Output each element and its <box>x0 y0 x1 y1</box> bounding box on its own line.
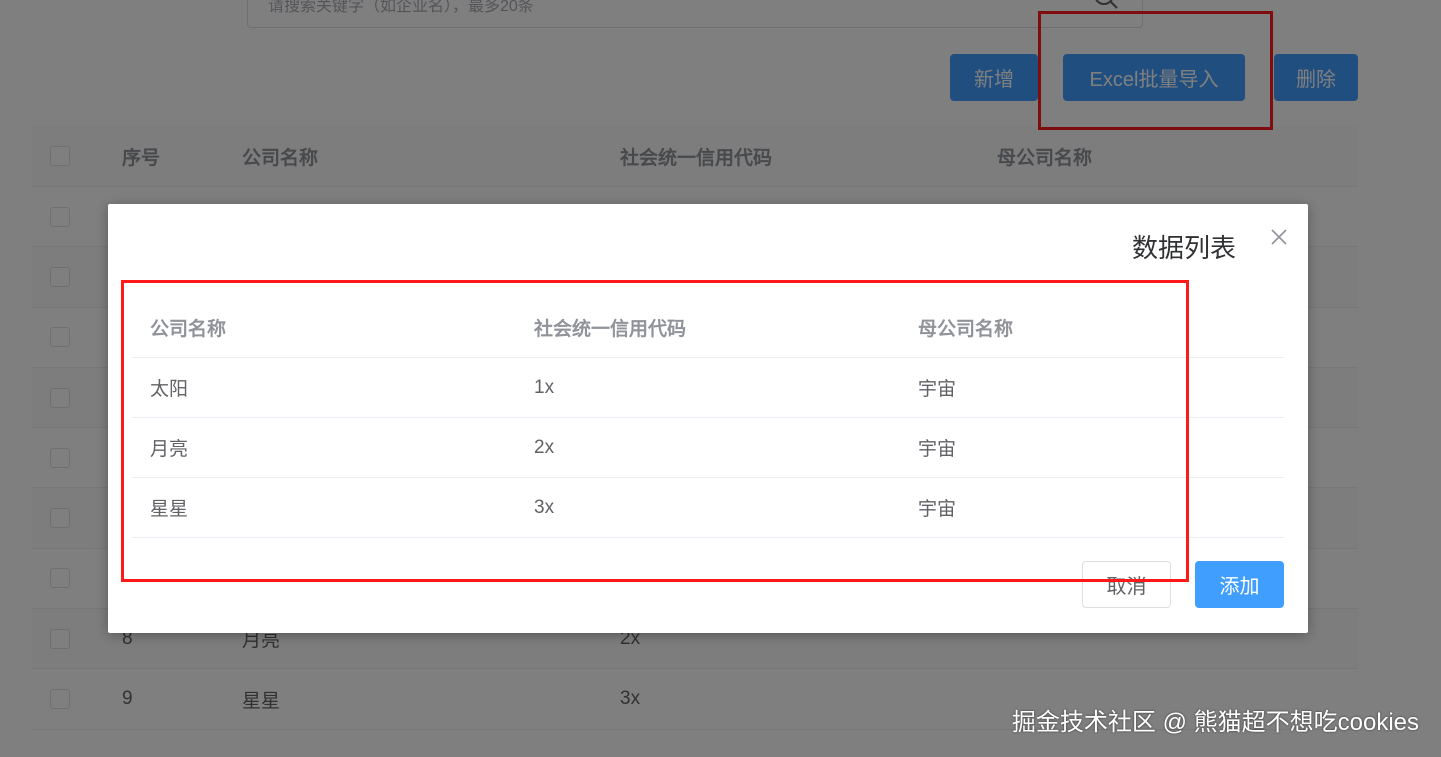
dialog-title: 数据列表 <box>1131 233 1236 263</box>
dialog-header-parent-company: 母公司名称 <box>918 319 1014 340</box>
dialog-cell-parent-company: 宇宙 <box>918 379 957 400</box>
dialog-cell-company-name: 太阳 <box>150 379 189 400</box>
dialog-table-body: 太阳 1x 宇宙 月亮 2x 宇宙 星星 3x 宇宙 <box>132 358 1284 538</box>
dialog-table: 公司名称 社会统一信用代码 母公司名称 太阳 1x 宇宙 月亮 2x 宇宙 星星 3x 宇宙 <box>132 298 1284 538</box>
dialog-cell-parent-company: 宇宙 <box>918 439 957 460</box>
add-confirm-button[interactable]: 添加 <box>1195 561 1284 608</box>
dialog-cell-credit-code: 1x <box>534 376 555 398</box>
page: 新增 Excel批量导入 删除 序号 公司名称 社会统一信用代码 母公司名称 1… <box>0 0 1441 757</box>
dialog-cell-credit-code: 3x <box>534 496 555 518</box>
dialog-header-credit-code: 社会统一信用代码 <box>534 319 687 340</box>
dialog-cell-credit-code: 2x <box>534 436 555 458</box>
data-list-dialog: 数据列表 公司名称 社会统一信用代码 母公司名称 太阳 1x 宇宙 月亮 2x 宇宙 星星 3… <box>108 204 1308 633</box>
dialog-table-row: 太阳 1x 宇宙 <box>132 358 1284 418</box>
cancel-button[interactable]: 取消 <box>1082 561 1171 608</box>
dialog-table-row: 月亮 2x 宇宙 <box>132 418 1284 478</box>
dialog-table-row: 星星 3x 宇宙 <box>132 478 1284 538</box>
close-icon[interactable] <box>1270 228 1288 246</box>
dialog-cell-company-name: 星星 <box>150 499 189 520</box>
watermark: 掘金技术社区 @ 熊猫超不想吃cookies <box>1011 709 1419 736</box>
dialog-cell-company-name: 月亮 <box>150 439 189 460</box>
dialog-header-company-name: 公司名称 <box>150 319 227 340</box>
dialog-cell-parent-company: 宇宙 <box>918 499 957 520</box>
dialog-table-header: 公司名称 社会统一信用代码 母公司名称 <box>132 298 1284 358</box>
